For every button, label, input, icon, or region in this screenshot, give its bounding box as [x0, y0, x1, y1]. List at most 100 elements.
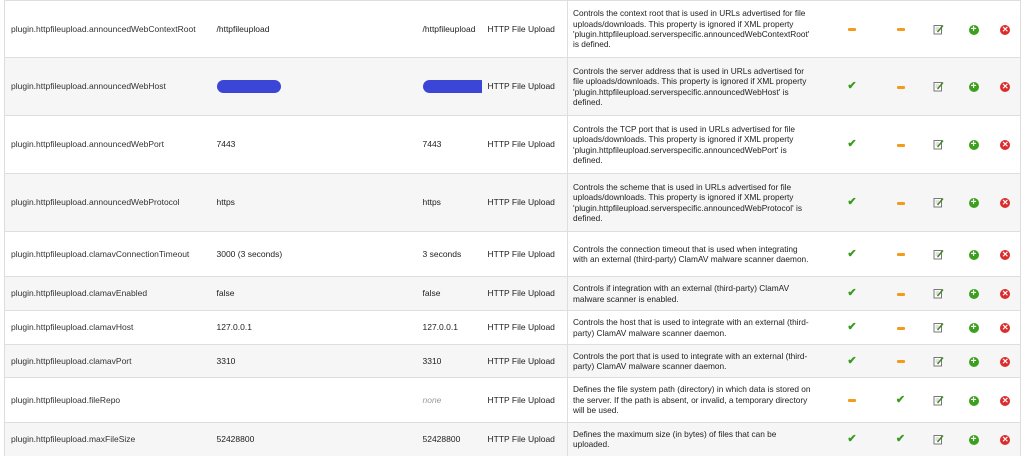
- property-name: plugin.httpfileupload.announcedWebHost: [4, 57, 211, 116]
- status-b-dash-icon: [896, 326, 905, 330]
- add-button[interactable]: +: [956, 344, 991, 378]
- delete-button[interactable]: ✕: [990, 422, 1021, 456]
- status-a-check-icon: ✔: [847, 138, 857, 150]
- delete-icon: ✕: [1000, 289, 1011, 299]
- edit-icon: [933, 248, 944, 260]
- property-default: 3310: [416, 344, 482, 378]
- property-plugin: HTTP File Upload: [481, 377, 568, 423]
- delete-button[interactable]: ✕: [990, 310, 1021, 345]
- property-value: [210, 377, 417, 423]
- add-button[interactable]: +: [956, 276, 991, 311]
- property-name: plugin.httpfileupload.clamavEnabled: [4, 276, 211, 311]
- status-b-dash-icon: [896, 85, 905, 89]
- property-name: plugin.httpfileupload.clamavHost: [4, 310, 211, 345]
- add-button[interactable]: +: [956, 377, 991, 423]
- delete-button[interactable]: ✕: [990, 231, 1021, 277]
- delete-icon: ✕: [1000, 434, 1011, 445]
- delete-button[interactable]: ✕: [990, 57, 1021, 116]
- plus-icon: +: [968, 323, 979, 333]
- property-description: Defines the maximum size (in bytes) of f…: [567, 422, 824, 456]
- status-b-dash-icon: [896, 28, 905, 31]
- property-name: plugin.httpfileupload.announcedWebContex…: [4, 0, 211, 58]
- property-description: Controls the host that is used to integr…: [567, 310, 824, 345]
- redacted-mark: [216, 80, 281, 93]
- plus-icon: +: [968, 289, 979, 299]
- status-b-check-icon: ✔: [895, 393, 906, 406]
- property-default: 52428800: [416, 422, 482, 456]
- table-row: plugin.httpfileupload.clamavHost 127.0.0.…: [4, 310, 1021, 345]
- property-plugin: HTTP File Upload: [481, 115, 568, 174]
- status-a-check-icon: ✔: [847, 432, 857, 445]
- edit-button[interactable]: [920, 231, 957, 277]
- add-button[interactable]: +: [956, 422, 991, 456]
- property-default: https: [416, 173, 482, 232]
- status-b-dash-icon: [896, 143, 905, 147]
- edit-icon: [933, 81, 944, 92]
- delete-icon: ✕: [1000, 198, 1011, 208]
- delete-button[interactable]: ✕: [990, 344, 1021, 378]
- edit-icon: [933, 394, 944, 406]
- plus-icon: +: [968, 249, 979, 260]
- status-a-dash-icon: [848, 399, 856, 402]
- property-value: 127.0.0.1: [210, 310, 417, 345]
- plus-icon: +: [968, 434, 979, 445]
- edit-button[interactable]: [920, 276, 957, 311]
- table-row: plugin.httpfileupload.clamavEnabled false…: [4, 276, 1021, 311]
- delete-icon: ✕: [1000, 249, 1011, 260]
- property-name: plugin.httpfileupload.clamavConnectionTi…: [4, 231, 211, 277]
- delete-icon: ✕: [1000, 82, 1011, 92]
- redacted-mark: [422, 80, 482, 93]
- edit-button[interactable]: [920, 344, 957, 378]
- status-a-check-icon: ✔: [847, 321, 857, 333]
- plus-icon: +: [968, 140, 979, 150]
- property-plugin: HTTP File Upload: [481, 344, 568, 378]
- property-value: 3000 (3 seconds): [210, 231, 417, 277]
- property-name: plugin.httpfileupload.fileRepo: [4, 377, 211, 423]
- property-value: false: [210, 276, 417, 311]
- delete-button[interactable]: ✕: [990, 173, 1021, 232]
- property-plugin: HTTP File Upload: [481, 276, 568, 311]
- property-value: 7443: [210, 115, 417, 174]
- edit-button[interactable]: [920, 422, 957, 456]
- add-button[interactable]: +: [956, 310, 991, 345]
- edit-button[interactable]: [920, 0, 957, 58]
- property-name: plugin.httpfileupload.maxFileSize: [4, 422, 211, 456]
- property-default: 7443: [416, 115, 482, 174]
- delete-button[interactable]: ✕: [990, 115, 1021, 174]
- edit-icon: [933, 434, 944, 445]
- property-default: false: [416, 276, 482, 311]
- plus-icon: +: [968, 356, 979, 367]
- plus-icon: +: [968, 24, 979, 35]
- add-button[interactable]: +: [956, 57, 991, 116]
- status-a-check-icon: ✔: [847, 287, 857, 299]
- property-default: 3 seconds: [416, 231, 482, 277]
- property-plugin: HTTP File Upload: [481, 173, 568, 232]
- property-plugin: HTTP File Upload: [481, 0, 568, 58]
- delete-icon: ✕: [1000, 323, 1011, 333]
- delete-button[interactable]: ✕: [990, 377, 1021, 423]
- edit-icon: [933, 197, 944, 208]
- delete-icon: ✕: [1000, 356, 1011, 367]
- edit-button[interactable]: [920, 377, 957, 423]
- edit-icon: [933, 322, 944, 333]
- add-button[interactable]: +: [956, 231, 991, 277]
- plus-icon: +: [968, 395, 979, 406]
- property-description: Controls the server address that is used…: [567, 57, 824, 116]
- edit-button[interactable]: [920, 173, 957, 232]
- table-row: plugin.httpfileupload.announcedWebPort 74…: [4, 115, 1021, 174]
- delete-button[interactable]: ✕: [990, 0, 1021, 58]
- table-row: plugin.httpfileupload.announcedWebProtoc…: [4, 173, 1021, 232]
- add-button[interactable]: +: [956, 0, 991, 58]
- status-b-dash-icon: [896, 201, 905, 205]
- edit-icon: [933, 139, 944, 150]
- edit-icon: [933, 23, 944, 35]
- property-description: Controls the connection timeout that is …: [567, 231, 824, 277]
- edit-button[interactable]: [920, 115, 957, 174]
- property-plugin: HTTP File Upload: [481, 422, 568, 456]
- add-button[interactable]: +: [956, 115, 991, 174]
- edit-button[interactable]: [920, 57, 957, 116]
- delete-button[interactable]: ✕: [990, 276, 1021, 311]
- add-button[interactable]: +: [956, 173, 991, 232]
- edit-button[interactable]: [920, 310, 957, 345]
- delete-icon: ✕: [1000, 395, 1011, 406]
